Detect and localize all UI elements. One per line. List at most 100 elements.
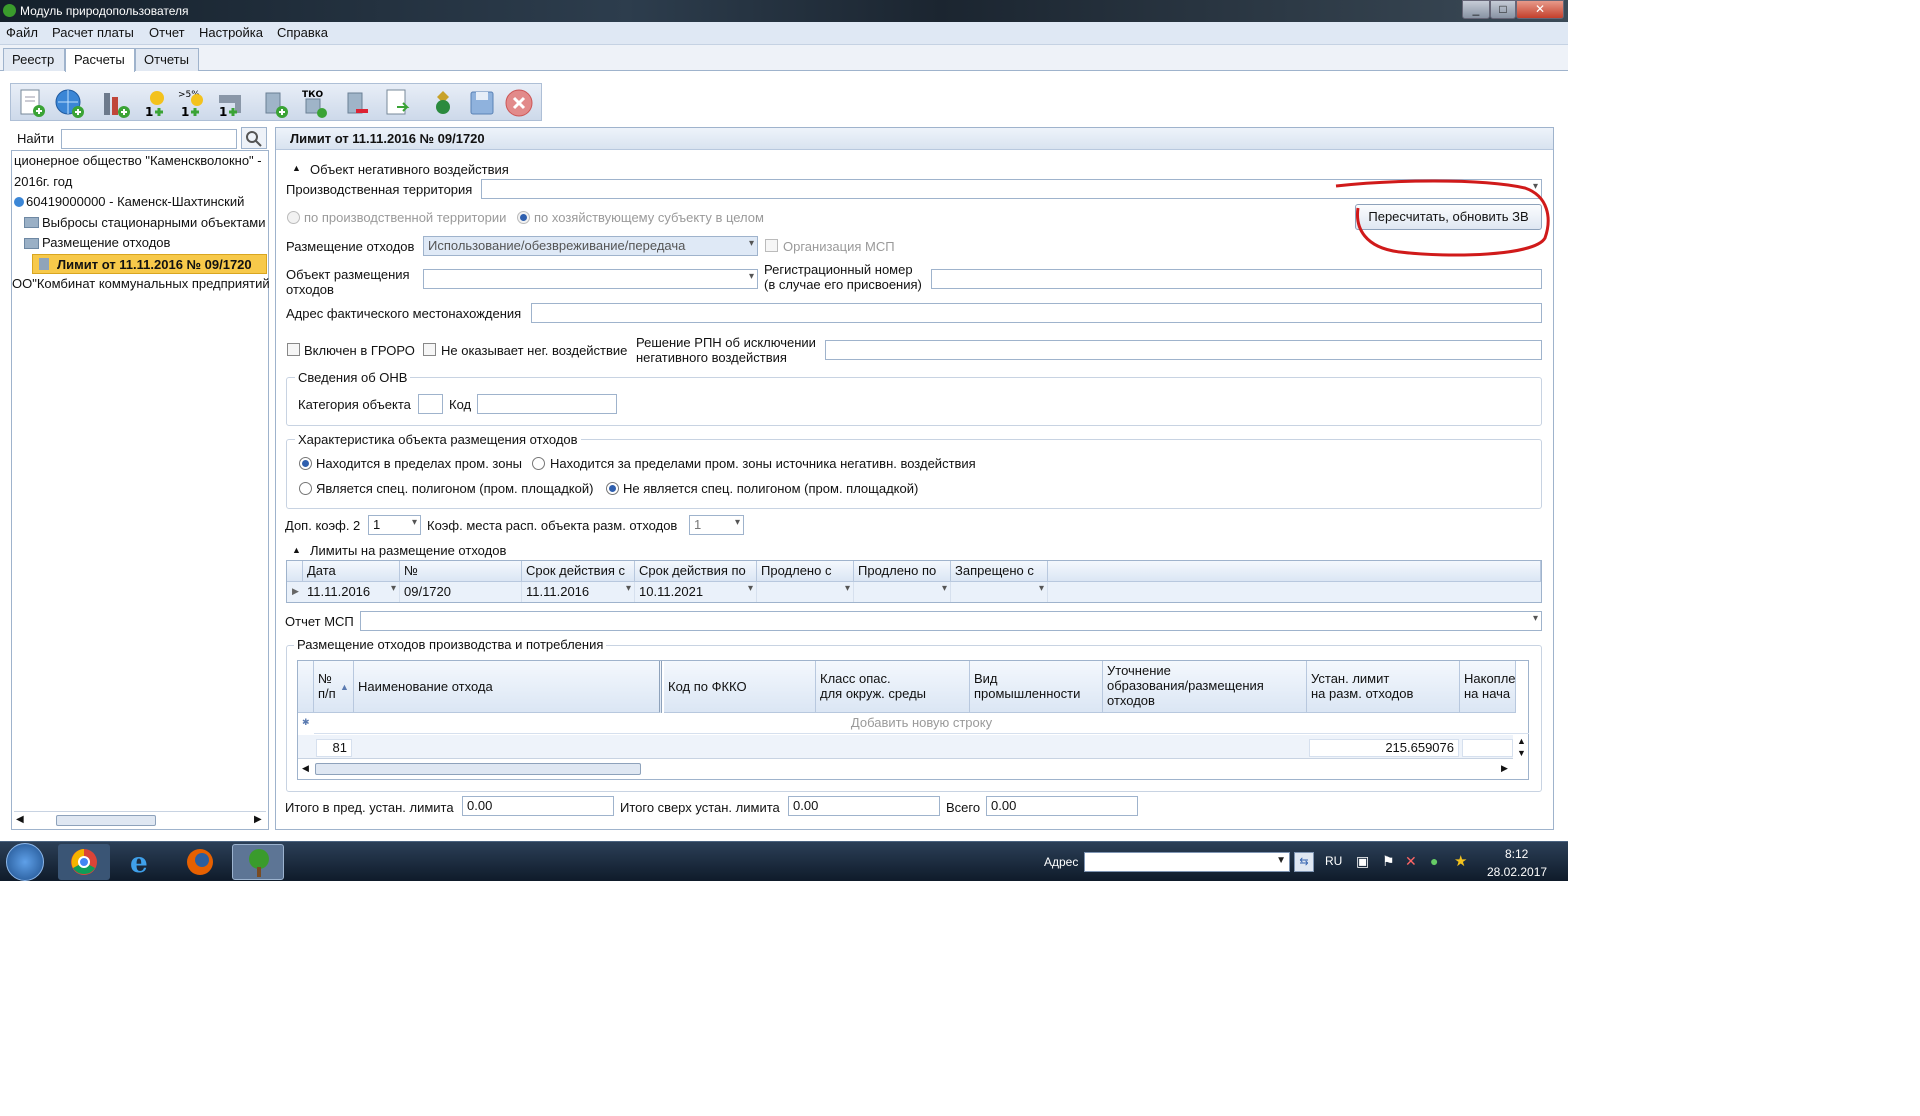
network-icon[interactable]: ▣ (1356, 853, 1369, 870)
star-icon[interactable]: ★ (1454, 852, 1467, 870)
bin-add-icon[interactable] (257, 87, 289, 119)
menu-settings[interactable]: Настройка (199, 25, 263, 40)
menu-help[interactable]: Справка (277, 25, 328, 40)
radio-by-subject[interactable] (517, 211, 530, 224)
firefox-icon[interactable] (174, 844, 226, 880)
scroll-right-icon[interactable]: ▶ (1501, 763, 1508, 774)
placement-object-select[interactable] (423, 269, 758, 289)
coef-place-select[interactable]: 1 (689, 515, 744, 535)
scroll-thumb[interactable] (315, 763, 641, 775)
language-indicator[interactable]: RU (1325, 854, 1342, 868)
limits-cell-extended-from[interactable] (757, 582, 854, 602)
bin-remove-icon[interactable] (339, 87, 371, 119)
tree-org-root[interactable]: ционерное общество "Каменскволокно" - (14, 153, 262, 168)
address-input[interactable] (531, 303, 1542, 323)
limits-cell-extended-to[interactable] (854, 582, 951, 602)
reg-number-input[interactable] (931, 269, 1542, 289)
radio-by-territory[interactable] (287, 211, 300, 224)
tree-waste[interactable]: Размещение отходов (42, 235, 170, 250)
limits-cell-number[interactable]: 09/1720 (400, 582, 522, 602)
new-document-icon[interactable] (15, 87, 47, 119)
tko-bin-icon[interactable]: ТКО (297, 87, 329, 119)
scroll-down-icon[interactable]: ▼ (1517, 748, 1526, 758)
tree-municipality[interactable]: 60419000000 - Каменск-Шахтинский (26, 194, 244, 209)
waste-col-industry[interactable]: Вид промышленности (970, 661, 1103, 713)
chevron-down-icon[interactable]: ▼ (1276, 855, 1286, 866)
radio-in-zone[interactable] (299, 457, 312, 470)
clock-date[interactable]: 28.02.2017 (1487, 865, 1547, 879)
waste-col-clarification[interactable]: Уточнение образования/размещения отходов (1103, 661, 1307, 713)
add-row-button[interactable]: Добавить новую строку (314, 713, 1529, 734)
radio-not-polygon[interactable] (606, 482, 619, 495)
tree-org-2[interactable]: ОО"Комбинат коммунальных предприятий (12, 276, 270, 291)
tab-reports[interactable]: Отчеты (135, 48, 199, 71)
go-arrow-icon[interactable]: ⇆ (1294, 852, 1314, 872)
ie-icon[interactable]: e (116, 844, 168, 880)
address-input[interactable]: ▼ (1084, 852, 1290, 872)
collapse-icon[interactable]: ▲ (292, 163, 301, 173)
chimney-add-icon[interactable] (99, 87, 131, 119)
minimize-button[interactable]: _ (1462, 0, 1490, 19)
code-input[interactable] (477, 394, 617, 414)
waste-col-name[interactable]: Наименование отхода (354, 661, 662, 713)
waste-col-fkko[interactable]: Код по ФККО (664, 661, 816, 713)
security-icon[interactable]: ● (1430, 853, 1438, 869)
sun-percent-add-icon[interactable]: >5% 1 (177, 87, 209, 119)
limits-col-number[interactable]: № (400, 561, 522, 582)
limits-col-prohibited-from[interactable]: Запрещено с (951, 561, 1048, 582)
waste-col-limit[interactable]: Устан. лимит на разм. отходов (1307, 661, 1460, 713)
menu-file[interactable]: Файл (6, 25, 38, 40)
flag-icon[interactable]: ⚑ (1382, 853, 1395, 870)
scroll-up-icon[interactable]: ▲ (1517, 736, 1526, 746)
waste-col-accumulated[interactable]: Накопле на нача (1460, 661, 1516, 713)
scroll-left-icon[interactable]: ◀ (16, 814, 24, 825)
radio-is-polygon[interactable] (299, 482, 312, 495)
export-document-icon[interactable] (381, 87, 413, 119)
start-button-icon[interactable] (6, 843, 44, 881)
sun-add-icon[interactable]: 1 (141, 87, 173, 119)
chrome-icon[interactable] (58, 844, 110, 880)
coef2-select[interactable]: 1 (368, 515, 421, 535)
msp-org-checkbox[interactable] (765, 239, 778, 252)
globe-add-icon[interactable] (53, 87, 85, 119)
menu-report[interactable]: Отчет (149, 25, 185, 40)
tree-selected-row[interactable]: Лимит от 11.11.2016 № 09/1720 (32, 254, 267, 274)
close-button[interactable]: ✕ (1516, 0, 1564, 19)
total-all-input[interactable]: 0.00 (986, 796, 1138, 816)
scroll-left-icon[interactable]: ◀ (302, 763, 309, 774)
scroll-thumb[interactable] (56, 815, 156, 826)
total-within-input[interactable]: 0.00 (462, 796, 614, 816)
limits-cell-prohibited-from[interactable] (951, 582, 1048, 602)
waste-hscrollbar[interactable]: ◀ ▶ (298, 760, 1513, 778)
tree-year[interactable]: 2016г. год (14, 174, 72, 189)
emblem-icon[interactable] (427, 87, 459, 119)
tree-emissions[interactable]: Выбросы стационарными объектами (42, 215, 266, 230)
scroll-right-icon[interactable]: ▶ (254, 814, 262, 825)
tab-calculations[interactable]: Расчеты (65, 48, 135, 72)
cancel-icon[interactable] (503, 87, 535, 119)
limits-col-extended-from[interactable]: Продлено с (757, 561, 854, 582)
limits-cell-valid-to[interactable]: 10.11.2021 (635, 582, 757, 602)
clock-time[interactable]: 8:12 (1505, 847, 1528, 861)
tab-registry[interactable]: Реестр (3, 48, 65, 71)
radio-out-zone[interactable] (532, 457, 545, 470)
no-impact-checkbox[interactable] (423, 343, 436, 356)
msp-report-select[interactable] (360, 611, 1542, 631)
app-tree-taskbar-icon[interactable] (232, 844, 284, 880)
category-input[interactable] (418, 394, 443, 414)
limits-col-valid-from[interactable]: Срок действия с (522, 561, 635, 582)
collapse-icon[interactable]: ▲ (292, 545, 301, 555)
limits-cell-date[interactable]: 11.11.2016 (303, 582, 400, 602)
volume-muted-icon[interactable]: ✕ (1405, 853, 1417, 870)
limits-col-date[interactable]: Дата (303, 561, 400, 582)
waste-placement-select[interactable]: Использование/обезвреживание/передача (423, 236, 758, 256)
rpn-decision-input[interactable] (825, 340, 1542, 360)
total-over-input[interactable]: 0.00 (788, 796, 940, 816)
search-icon[interactable] (241, 127, 267, 149)
menu-payment-calc[interactable]: Расчет платы (52, 25, 134, 40)
limits-col-valid-to[interactable]: Срок действия по (635, 561, 757, 582)
pipe-add-icon[interactable]: 1 (215, 87, 247, 119)
limits-cell-valid-from[interactable]: 11.11.2016 (522, 582, 635, 602)
groro-checkbox[interactable] (287, 343, 300, 356)
waste-col-hazard-class[interactable]: Класс опас. для окруж. среды (816, 661, 970, 713)
